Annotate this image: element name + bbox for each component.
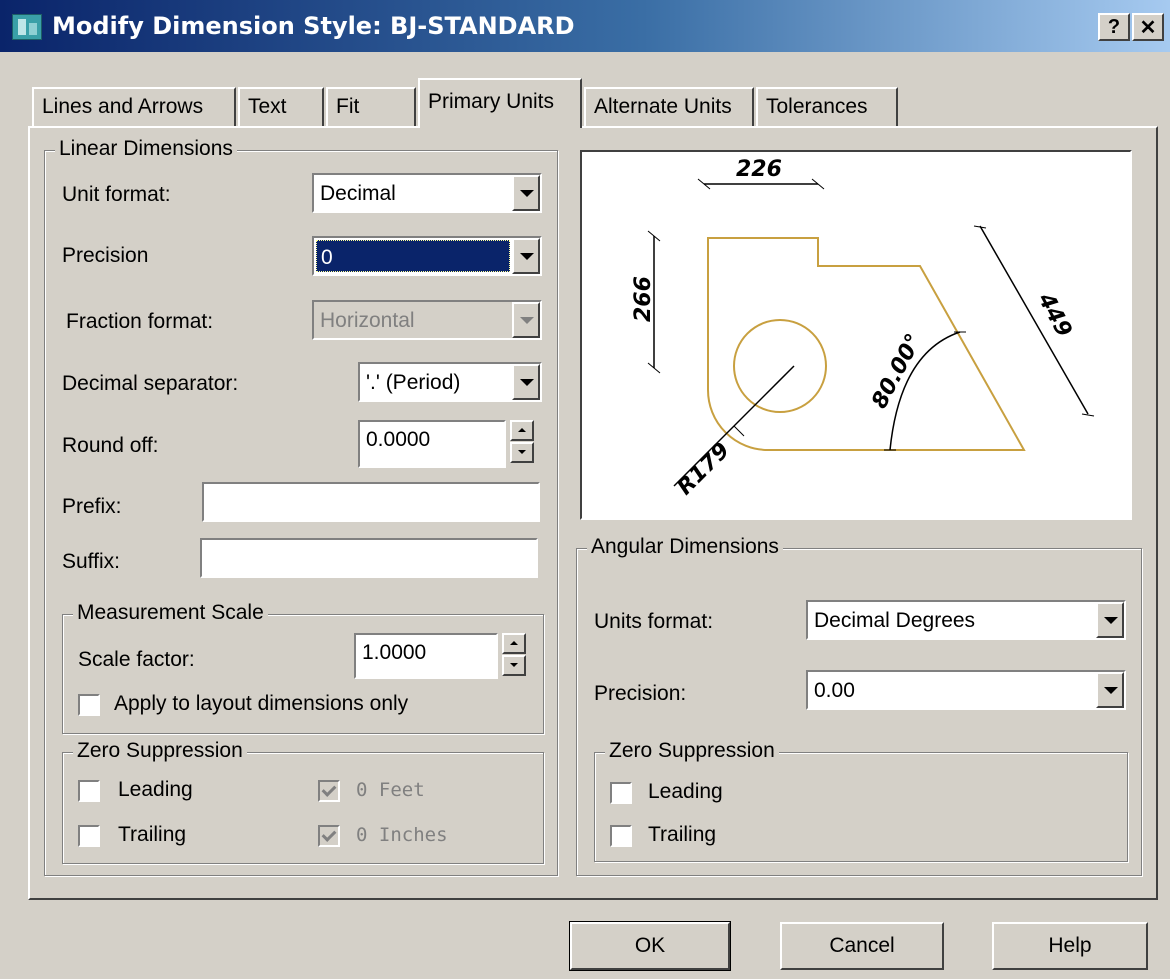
round-off-value: 0.0000: [366, 428, 431, 451]
decimal-separator-value: '.' (Period): [366, 371, 461, 394]
chevron-down-icon[interactable]: [1096, 672, 1124, 708]
angular-trailing-label: Trailing: [648, 823, 717, 846]
fraction-format-value: Horizontal: [320, 309, 415, 332]
trailing-checkbox[interactable]: [78, 825, 100, 847]
fraction-format-select[interactable]: Horizontal: [312, 300, 542, 340]
decimal-separator-label: Decimal separator:: [62, 372, 239, 395]
preview-circle: [733, 319, 827, 413]
leading-checkbox[interactable]: [78, 780, 100, 802]
unit-format-value: Decimal: [320, 182, 396, 205]
zero-suppression-angular-legend: Zero Suppression: [605, 739, 779, 763]
feet-checkbox[interactable]: [318, 780, 340, 802]
spin-down-icon[interactable]: [510, 442, 534, 463]
measurement-scale-legend: Measurement Scale: [73, 601, 268, 625]
cancel-button[interactable]: Cancel: [780, 922, 944, 970]
preview-drawing: 226 266 449 80.00° R179: [631, 157, 1095, 500]
spin-up-icon[interactable]: [510, 420, 534, 441]
dim-label-top: 226: [736, 157, 782, 182]
fraction-format-label: Fraction format:: [66, 310, 214, 333]
dim-label-left: 266: [631, 276, 656, 322]
linear-dimensions-legend: Linear Dimensions: [55, 137, 237, 161]
unit-format-label: Unit format:: [62, 183, 171, 206]
spin-down-icon[interactable]: [502, 655, 526, 676]
feet-label: 0 Feet: [356, 779, 425, 801]
angular-precision-value: 0.00: [814, 679, 855, 702]
angular-precision-label: Precision:: [594, 682, 687, 705]
chevron-down-icon[interactable]: [512, 175, 540, 211]
angular-dimensions-legend: Angular Dimensions: [587, 535, 783, 559]
dim-label-angle: 80.00°: [867, 330, 927, 413]
zero-suppression-linear-legend: Zero Suppression: [73, 739, 247, 763]
angular-leading-checkbox[interactable]: [610, 782, 632, 804]
angular-leading-label: Leading: [648, 780, 723, 803]
help-title-button[interactable]: ?: [1098, 13, 1130, 41]
tab-tolerances[interactable]: Tolerances: [756, 87, 898, 127]
chevron-down-icon[interactable]: [1096, 602, 1124, 638]
chevron-down-icon[interactable]: [512, 302, 540, 338]
zero-suppression-linear-group: Zero Suppression: [62, 739, 544, 864]
round-off-spinner[interactable]: [510, 420, 534, 464]
preview-shape: [707, 237, 1026, 451]
scale-factor-input[interactable]: 1.0000: [354, 633, 498, 679]
tab-primary-units[interactable]: Primary Units: [418, 78, 582, 128]
leading-label: Leading: [118, 778, 193, 801]
angular-units-value: Decimal Degrees: [814, 609, 976, 632]
prefix-input[interactable]: [202, 482, 540, 522]
round-off-label: Round off:: [62, 434, 159, 457]
chevron-down-icon[interactable]: [512, 364, 540, 400]
angular-units-select[interactable]: Decimal Degrees: [806, 600, 1126, 640]
ok-button[interactable]: OK: [569, 921, 731, 971]
round-off-input[interactable]: 0.0000: [358, 420, 506, 468]
tab-fit[interactable]: Fit: [326, 87, 416, 127]
spin-up-icon[interactable]: [502, 633, 526, 654]
angular-trailing-checkbox[interactable]: [610, 825, 632, 847]
title-bar: Modify Dimension Style: BJ-STANDARD ? ✕: [0, 0, 1170, 52]
apply-layout-checkbox[interactable]: [78, 694, 100, 716]
app-icon: [12, 14, 42, 40]
window-title: Modify Dimension Style: BJ-STANDARD: [52, 12, 575, 40]
angular-precision-select[interactable]: 0.00: [806, 670, 1126, 710]
precision-select[interactable]: 0: [312, 236, 542, 276]
close-button[interactable]: ✕: [1132, 13, 1164, 41]
prefix-label: Prefix:: [62, 495, 122, 518]
unit-format-select[interactable]: Decimal: [312, 173, 542, 213]
chevron-down-icon[interactable]: [512, 238, 540, 274]
apply-layout-label: Apply to layout dimensions only: [114, 692, 409, 715]
tab-lines-and-arrows[interactable]: Lines and Arrows: [32, 87, 236, 127]
suffix-label: Suffix:: [62, 550, 120, 573]
inches-label: 0 Inches: [356, 824, 448, 846]
precision-label: Precision: [62, 244, 149, 267]
trailing-label: Trailing: [118, 823, 187, 846]
angular-units-label: Units format:: [594, 610, 714, 633]
dim-label-radius: R179: [673, 438, 735, 500]
scale-factor-value: 1.0000: [362, 641, 427, 664]
dimension-preview: 226 266 449 80.00° R179: [580, 150, 1132, 520]
dim-label-right: 449: [1032, 288, 1076, 341]
tab-text[interactable]: Text: [238, 87, 324, 127]
inches-checkbox[interactable]: [318, 825, 340, 847]
tab-alternate-units[interactable]: Alternate Units: [584, 87, 754, 127]
precision-value: 0: [316, 240, 510, 272]
scale-factor-spinner[interactable]: [502, 633, 526, 677]
decimal-separator-select[interactable]: '.' (Period): [358, 362, 542, 402]
scale-factor-label: Scale factor:: [78, 648, 195, 671]
tick-right-bottom: [1081, 413, 1095, 417]
help-button[interactable]: Help: [992, 922, 1148, 970]
tick-radius: [733, 425, 745, 437]
suffix-input[interactable]: [200, 538, 538, 578]
